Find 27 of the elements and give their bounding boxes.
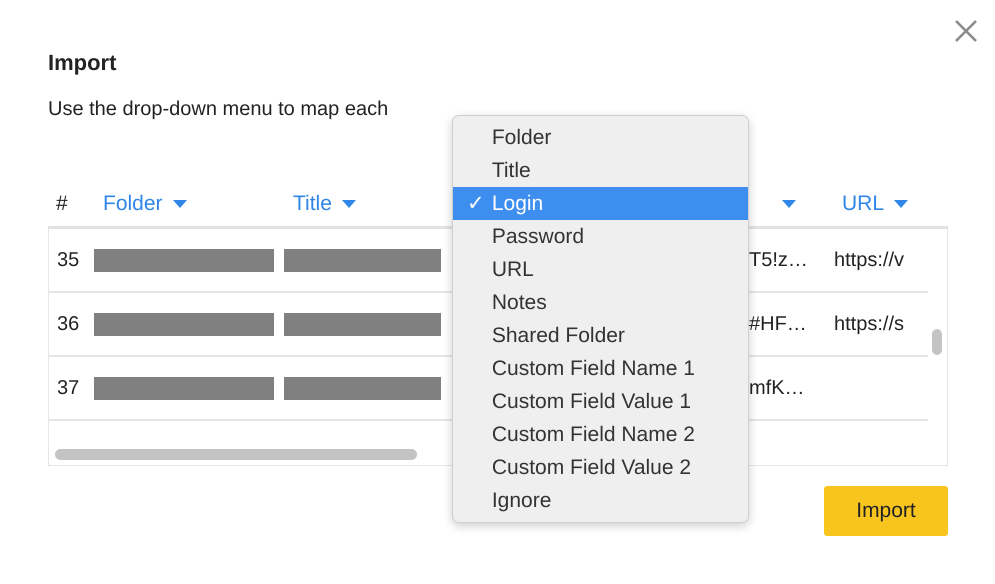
table-cell-text: mfK… bbox=[748, 376, 806, 400]
menu-item[interactable]: Notes bbox=[453, 286, 748, 319]
table-cell-text: https://s bbox=[833, 312, 906, 336]
menu-item[interactable]: Ignore bbox=[453, 484, 748, 517]
menu-item[interactable]: Custom Field Name 1 bbox=[453, 352, 748, 385]
table-cell-text: #HF… bbox=[748, 312, 808, 336]
row-number: 37 bbox=[56, 376, 80, 400]
menu-item[interactable]: URL bbox=[453, 253, 748, 286]
row-number: 35 bbox=[56, 248, 80, 272]
menu-item[interactable]: Folder bbox=[453, 121, 748, 154]
menu-item[interactable]: Custom Field Value 1 bbox=[453, 385, 748, 418]
column-dropdown[interactable]: Folder bbox=[93, 192, 283, 216]
column-header: # bbox=[55, 192, 69, 216]
menu-item[interactable]: Shared Folder bbox=[453, 319, 748, 352]
column-dropdown[interactable]: Title bbox=[283, 192, 450, 216]
column-dropdown[interactable]: URL bbox=[832, 192, 927, 216]
menu-item[interactable]: Password bbox=[453, 220, 748, 253]
close-icon[interactable] bbox=[954, 19, 978, 43]
row-number: 36 bbox=[56, 312, 80, 336]
instruction-text: Use the drop-down menu to map each bbox=[48, 98, 390, 122]
menu-item[interactable]: Custom Field Value 2 bbox=[453, 451, 748, 484]
table-cell-text: T5!z… bbox=[748, 248, 809, 272]
table-cell-text: https://v bbox=[833, 248, 906, 272]
dialog-title: Import bbox=[48, 50, 118, 76]
import-button[interactable]: Import bbox=[824, 486, 948, 536]
menu-item[interactable]: Title bbox=[453, 154, 748, 187]
menu-item[interactable]: Custom Field Name 2 bbox=[453, 418, 748, 451]
